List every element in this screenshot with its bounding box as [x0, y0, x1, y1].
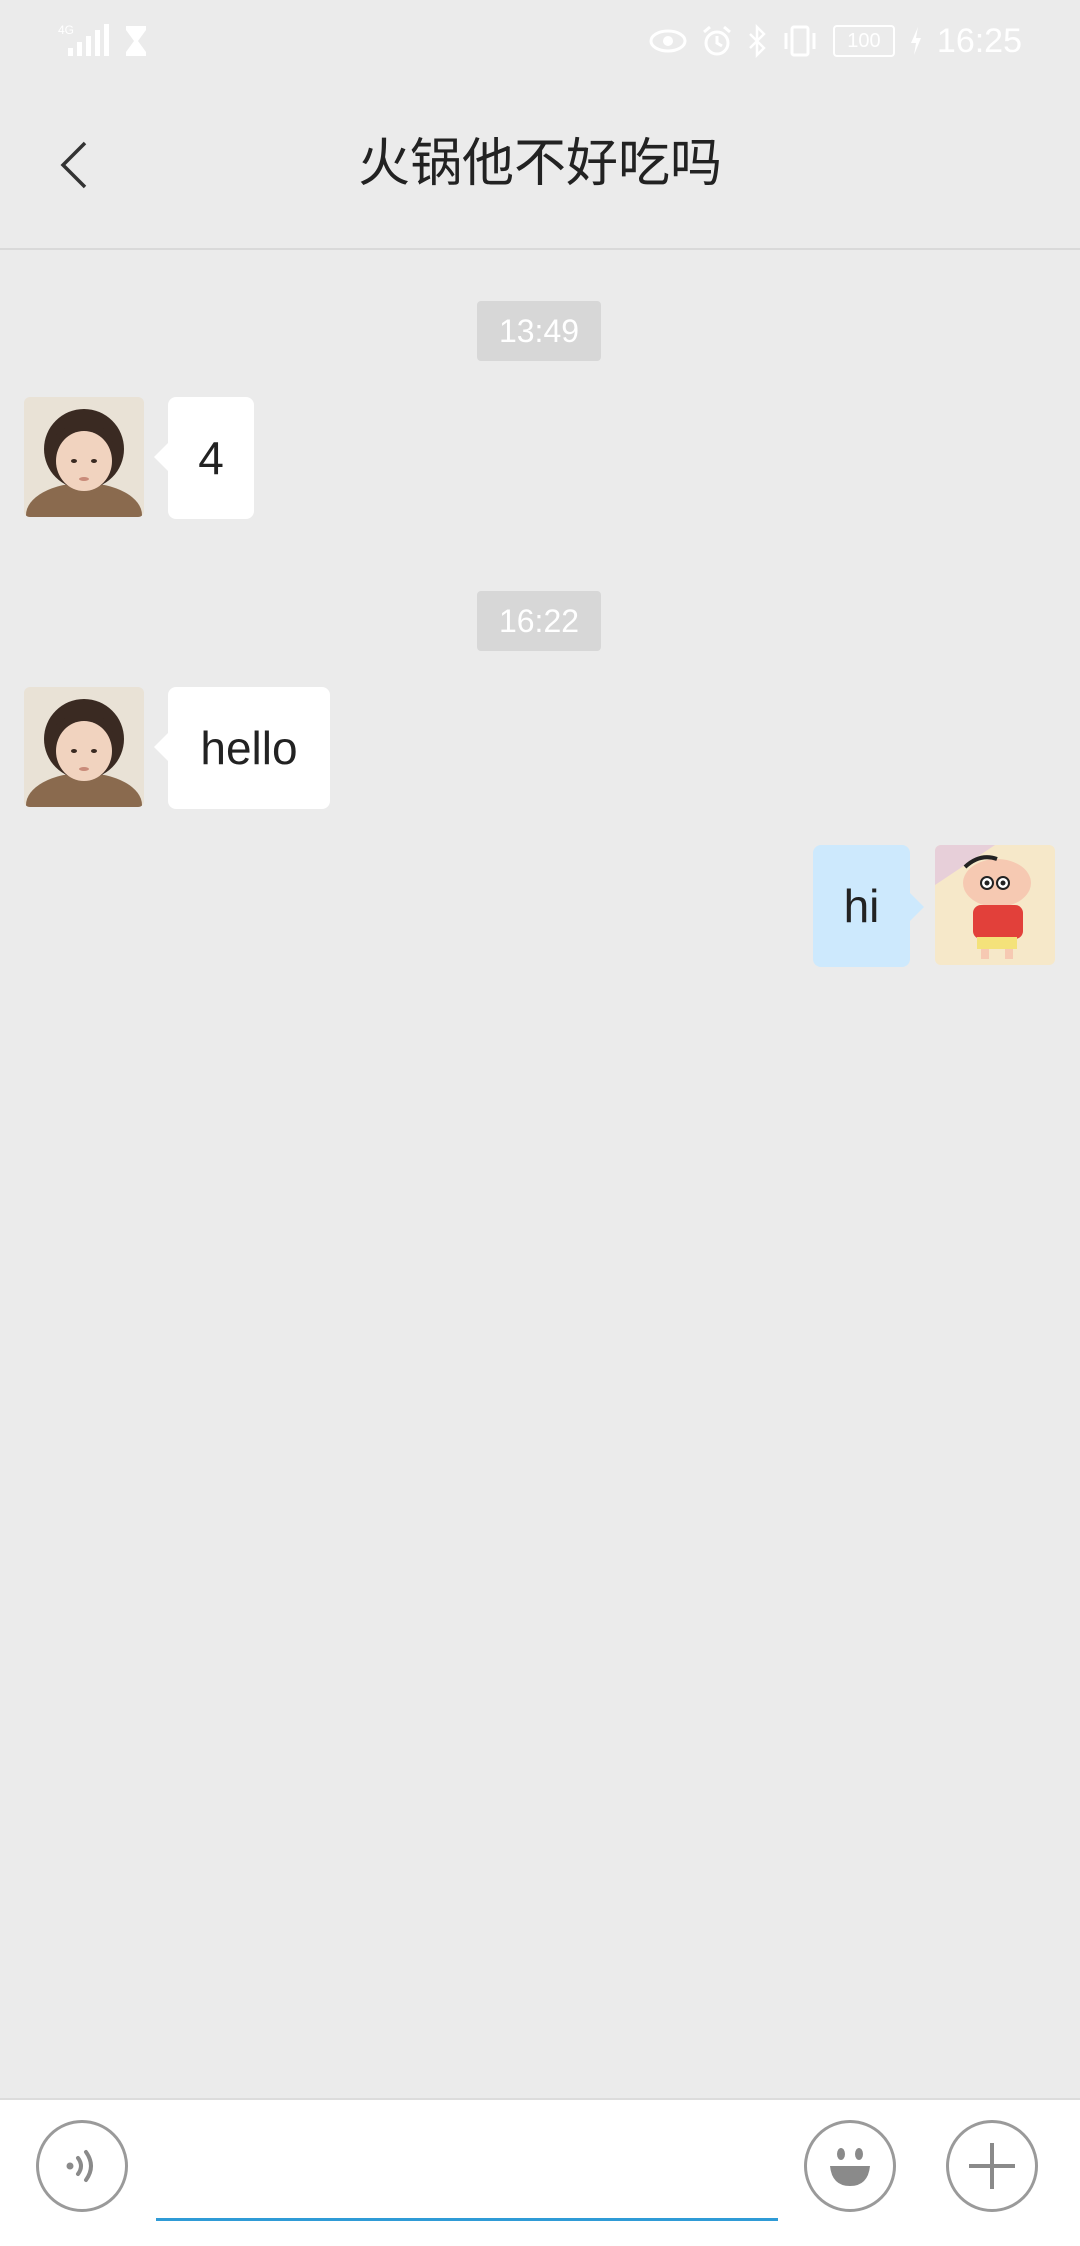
girl-avatar[interactable]: [24, 397, 144, 517]
input-bar: [0, 2098, 1080, 2246]
emoji-button[interactable]: [804, 2120, 896, 2212]
signal-icon: 4G: [58, 23, 109, 56]
message-timestamp: 16:22: [477, 591, 601, 651]
message-input[interactable]: [156, 2146, 778, 2221]
message-bubble-outgoing[interactable]: hi: [813, 845, 924, 967]
hourglass-icon: [126, 26, 146, 56]
alarm-icon: [702, 25, 731, 56]
status-time: 16:25: [936, 21, 1022, 60]
chat-title: 火锅他不好吃吗: [357, 134, 722, 194]
status-left: 4G: [58, 22, 148, 58]
emoji-icon: [830, 2148, 870, 2186]
status-bar: 4G 100 16:25: [0, 0, 1080, 80]
battery-level: 100: [847, 29, 881, 52]
back-button[interactable]: [30, 120, 120, 210]
plus-button[interactable]: [946, 2120, 1038, 2212]
charging-icon: [910, 27, 921, 55]
girl-avatar[interactable]: [24, 687, 144, 807]
battery-icon: 100: [832, 25, 895, 57]
voice-icon: [66, 2150, 93, 2182]
back-arrow-icon: [60, 141, 87, 189]
message-bubble-incoming[interactable]: hello: [154, 687, 330, 809]
chat-header: 火锅他不好吃吗: [0, 80, 1080, 250]
plus-icon: [969, 2143, 1015, 2189]
message-bubble-incoming[interactable]: 4: [154, 397, 254, 519]
voice-button[interactable]: [36, 2120, 128, 2212]
network-label: 4G: [58, 23, 74, 37]
cartoon-boy-avatar[interactable]: [935, 845, 1055, 965]
status-right: 100 16:25: [649, 18, 1022, 64]
eye-icon: [649, 29, 687, 53]
bluetooth-icon: [749, 24, 766, 58]
message-timestamp: 13:49: [477, 301, 601, 361]
vibrate-icon: [784, 25, 816, 57]
